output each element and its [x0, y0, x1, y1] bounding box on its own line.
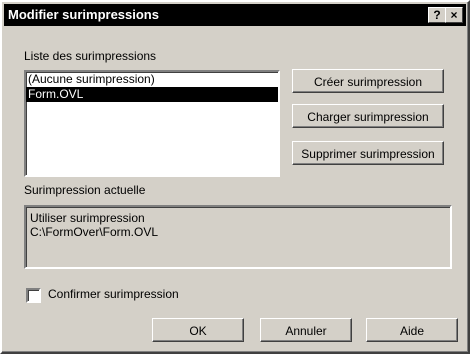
list-item[interactable]: Form.OVL: [26, 87, 278, 102]
current-overlay-status: Utiliser surimpression: [30, 211, 145, 225]
cancel-button[interactable]: Annuler: [260, 318, 352, 342]
confirm-overlay-label[interactable]: Confirmer surimpression: [48, 287, 179, 301]
ok-button[interactable]: OK: [152, 318, 244, 342]
dialog-title: Modifier surimpressions: [8, 7, 159, 22]
create-overlay-button[interactable]: Créer surimpression: [292, 69, 444, 93]
help-button[interactable]: Aide: [366, 318, 458, 342]
modify-overlays-dialog: Modifier surimpressions ? × Liste des su…: [0, 0, 470, 354]
help-icon[interactable]: ?: [428, 7, 446, 23]
current-overlay-path: C:\FormOver\Form.OVL: [30, 225, 159, 239]
title-bar[interactable]: Modifier surimpressions ? ×: [4, 4, 466, 26]
load-overlay-button[interactable]: Charger surimpression: [292, 104, 444, 128]
overlay-list-label: Liste des surimpressions: [24, 49, 157, 63]
current-overlay-box: Utiliser surimpression C:\FormOver\Form.…: [24, 205, 452, 269]
current-overlay-label: Surimpression actuelle: [24, 183, 146, 197]
overlay-listbox[interactable]: (Aucune surimpression) Form.OVL: [24, 70, 280, 177]
list-item[interactable]: (Aucune surimpression): [26, 72, 278, 87]
confirm-overlay-checkbox[interactable]: [26, 288, 41, 303]
close-icon[interactable]: ×: [445, 7, 463, 23]
delete-overlay-button[interactable]: Supprimer surimpression: [292, 141, 444, 165]
